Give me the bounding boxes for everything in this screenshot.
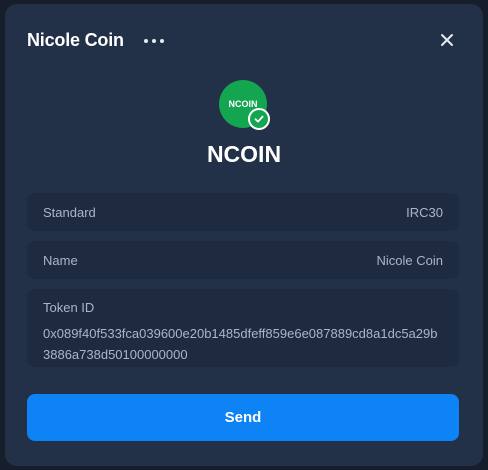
token-id-value[interactable]: 0x089f40f533fca039600e20b1485dfeff859e6e… [43,323,443,365]
close-icon[interactable] [439,32,455,48]
name-value: Nicole Coin [376,252,443,268]
token-details-dialog: Nicole Coin NCOIN NCOIN Standard IRC30 N… [5,4,483,466]
name-row: Name Nicole Coin [27,241,459,279]
name-label: Name [43,252,78,268]
verified-check-icon [248,108,270,130]
standard-row: Standard IRC30 [27,193,459,231]
send-button[interactable]: Send [27,394,459,441]
standard-label: Standard [43,204,96,220]
token-logo-text: NCOIN [228,99,258,109]
dialog-header: Nicole Coin [27,30,164,51]
standard-value: IRC30 [406,204,443,220]
more-options-icon[interactable] [143,31,164,51]
token-id-label: Token ID [43,300,95,315]
dialog-title: Nicole Coin [27,30,124,50]
token-id-row: Token ID 0x089f40f533fca039600e20b1485df… [27,289,459,367]
token-symbol: NCOIN [206,141,282,167]
